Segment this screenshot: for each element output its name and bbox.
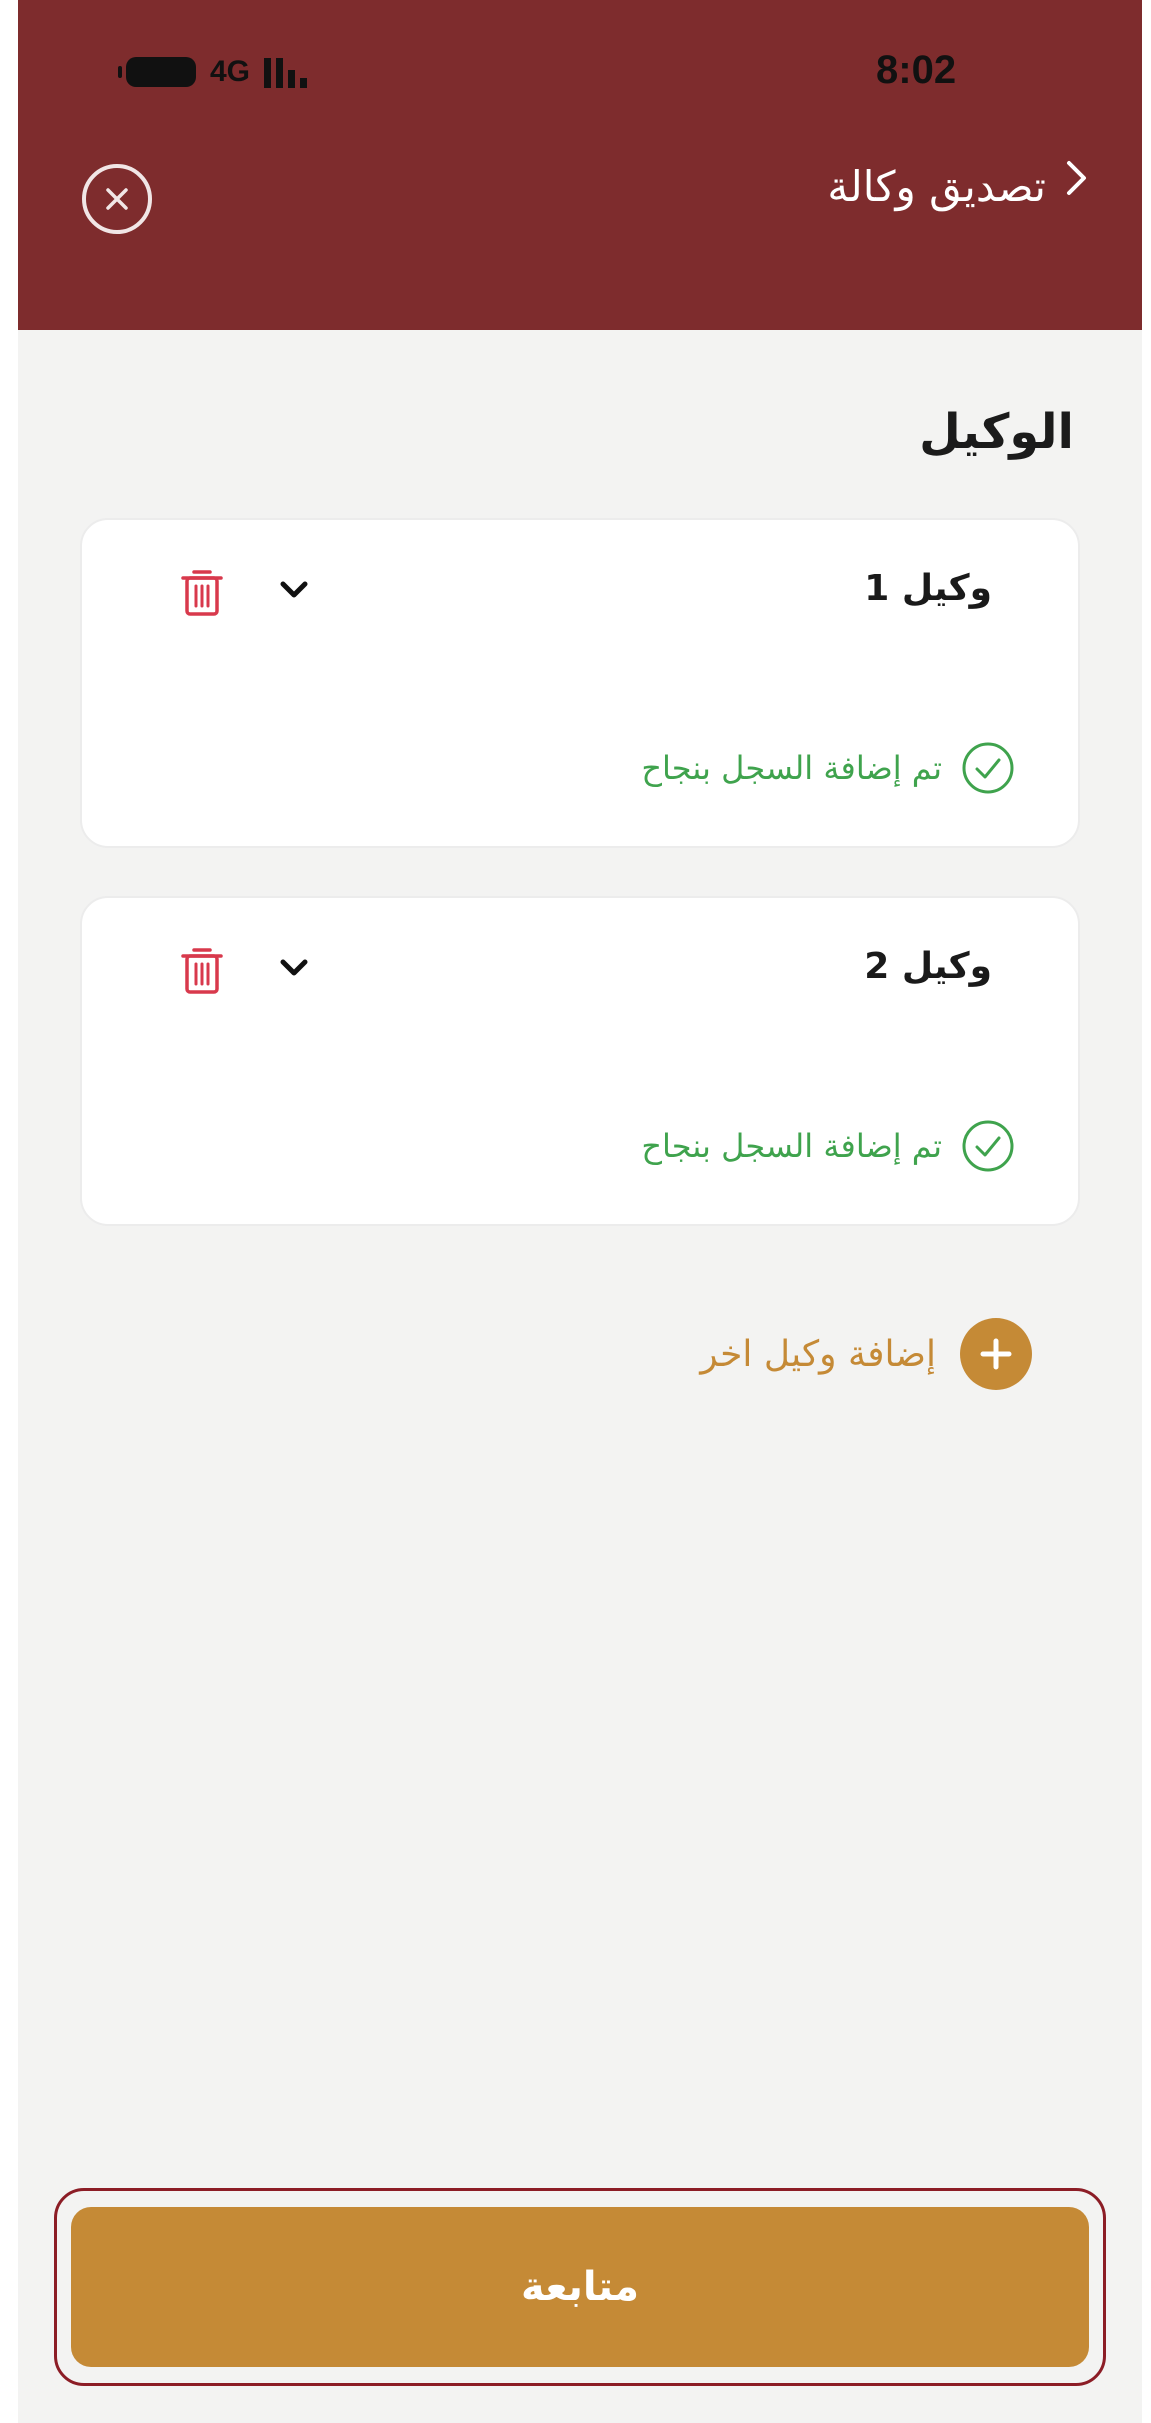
agent-card-title: وكيل 2 bbox=[864, 946, 992, 987]
chevron-down-icon[interactable] bbox=[274, 948, 314, 988]
signal-icon bbox=[264, 56, 308, 88]
agent-card-title: وكيل 1 bbox=[864, 568, 992, 609]
network-type: 4G bbox=[210, 55, 251, 88]
plus-icon bbox=[980, 1338, 1012, 1370]
close-icon bbox=[106, 188, 128, 210]
trash-icon[interactable] bbox=[178, 944, 226, 996]
back-button[interactable] bbox=[1064, 158, 1090, 209]
page-title: تصديق وكالة bbox=[827, 162, 1046, 211]
agent-status-text: تم إضافة السجل بنجاح bbox=[641, 749, 942, 787]
add-agent-label: إضافة وكيل اخر bbox=[700, 1333, 936, 1375]
chevron-down-icon[interactable] bbox=[274, 570, 314, 610]
app-screen: 4G 8:02 تصديق وكالة الوكيل وكيل 1 تم إضا… bbox=[18, 0, 1142, 2423]
agent-card[interactable]: وكيل 1 تم إضافة السجل بنجاح bbox=[80, 518, 1080, 848]
add-agent-button[interactable]: إضافة وكيل اخر bbox=[700, 1318, 1032, 1390]
check-circle-icon bbox=[962, 742, 1014, 794]
header-bar: 4G 8:02 تصديق وكالة bbox=[18, 0, 1142, 330]
check-circle-icon bbox=[962, 1120, 1014, 1172]
agent-status: تم إضافة السجل بنجاح bbox=[641, 1118, 1016, 1174]
status-time: 8:02 bbox=[876, 48, 957, 92]
trash-icon[interactable] bbox=[178, 566, 226, 618]
section-title: الوكيل bbox=[919, 404, 1074, 460]
agent-card[interactable]: وكيل 2 تم إضافة السجل بنجاح bbox=[80, 896, 1080, 1226]
status-bar-left: 4G bbox=[118, 52, 308, 92]
close-button[interactable] bbox=[82, 164, 152, 234]
agent-status-text: تم إضافة السجل بنجاح bbox=[641, 1127, 942, 1165]
plus-circle-icon[interactable] bbox=[960, 1318, 1032, 1390]
continue-button[interactable]: متابعة bbox=[71, 2207, 1089, 2367]
agent-status: تم إضافة السجل بنجاح bbox=[641, 740, 1016, 796]
continue-button-focus-ring: متابعة bbox=[54, 2188, 1106, 2386]
chevron-right-icon bbox=[1067, 161, 1086, 195]
battery-icon bbox=[118, 57, 196, 87]
